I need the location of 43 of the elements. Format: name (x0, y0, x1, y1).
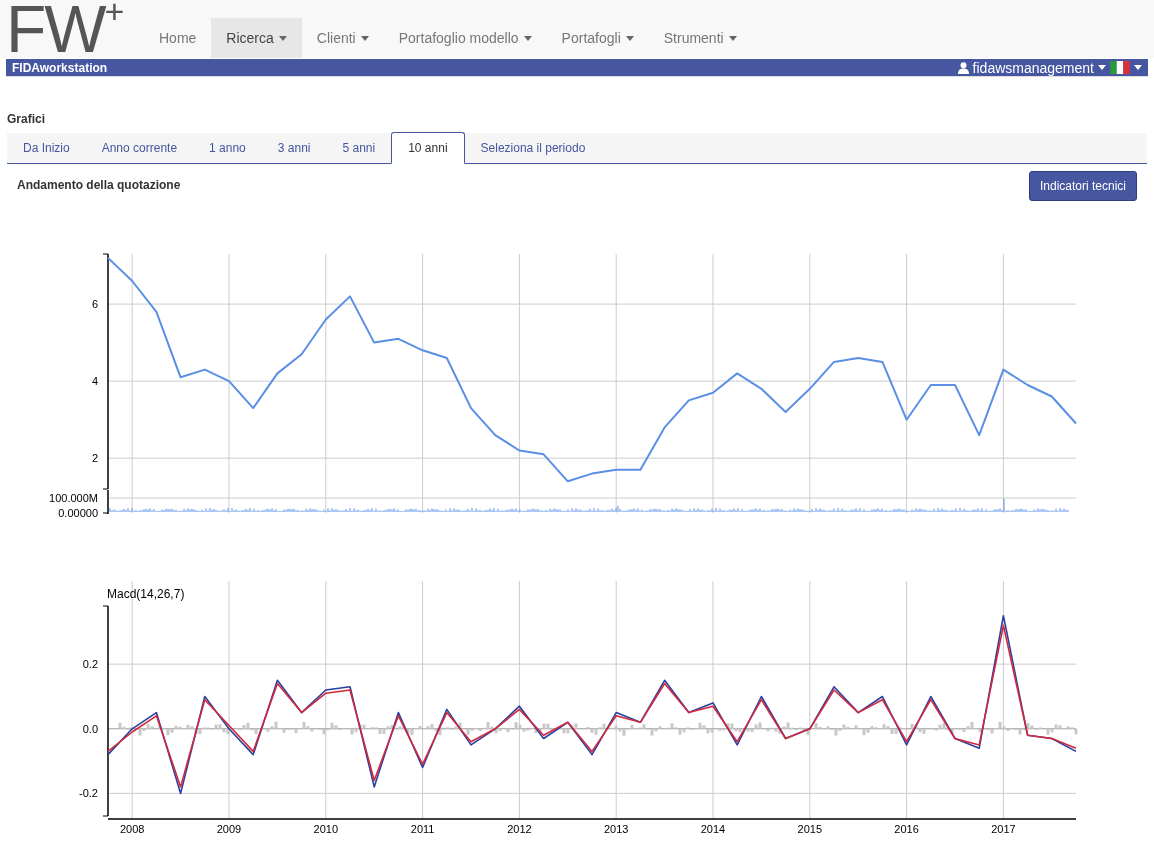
axis-label: 2009 (216, 823, 242, 835)
axis-label: 0.2 (82, 658, 98, 671)
axis-label: 2 (91, 452, 98, 465)
axis-label: -0.2 (79, 787, 98, 800)
brand-title: FIDAworkstation (12, 60, 108, 75)
period-tab[interactable]: Seleziona il periodo (464, 133, 602, 163)
axis-label: 2011 (410, 823, 435, 835)
period-tab[interactable]: Anno corrente (85, 133, 194, 163)
flag-icon[interactable] (1110, 61, 1130, 74)
axis-label: 2016 (894, 823, 919, 835)
nav-item[interactable]: Strumenti (648, 18, 752, 58)
nav-item[interactable]: Clienti (301, 18, 384, 58)
user-menu[interactable]: fidawsmanagement (957, 59, 1142, 76)
period-tab[interactable]: 10 anni (391, 132, 465, 164)
nav-item[interactable]: Portafoglio modello (383, 18, 547, 58)
volume-axis (102, 489, 109, 515)
axis-label: 2014 (700, 823, 726, 835)
axis-label: 2013 (603, 823, 629, 835)
nav-item[interactable]: Ricerca (211, 18, 302, 58)
axis-label: 2010 (313, 823, 339, 835)
nav-item[interactable]: Portafogli (546, 18, 649, 58)
axis-label: 2008 (119, 823, 145, 835)
period-tab[interactable]: 5 anni (326, 133, 392, 163)
axis-label: 2017 (991, 823, 1016, 835)
axis-label: 6 (91, 298, 98, 311)
chart-title: Macd(14,26,7) (107, 587, 185, 601)
period-tab[interactable]: 1 anno (193, 133, 262, 163)
axis-label: 2012 (507, 823, 532, 835)
axis-label: 0.00000 (58, 507, 98, 519)
panel-title: Andamento della quotazione (17, 178, 181, 192)
logo[interactable]: FW$^{+}$ (6, 0, 144, 58)
section-title: Grafici (7, 112, 46, 126)
axis-label: 100.000M (49, 492, 98, 504)
axis-label: 2015 (797, 823, 823, 835)
period-tab[interactable]: 3 anni (261, 133, 327, 163)
period-tab[interactable]: Da Inizio (7, 133, 86, 163)
indicators-button[interactable]: Indicatori tecnici (1028, 171, 1137, 201)
axis-label: 0.0 (82, 722, 98, 735)
nav-item[interactable]: Home (144, 18, 212, 58)
axis-label: 4 (91, 375, 98, 388)
caret-icon (1134, 65, 1142, 70)
user-icon (957, 61, 969, 74)
caret-icon (1098, 65, 1106, 70)
